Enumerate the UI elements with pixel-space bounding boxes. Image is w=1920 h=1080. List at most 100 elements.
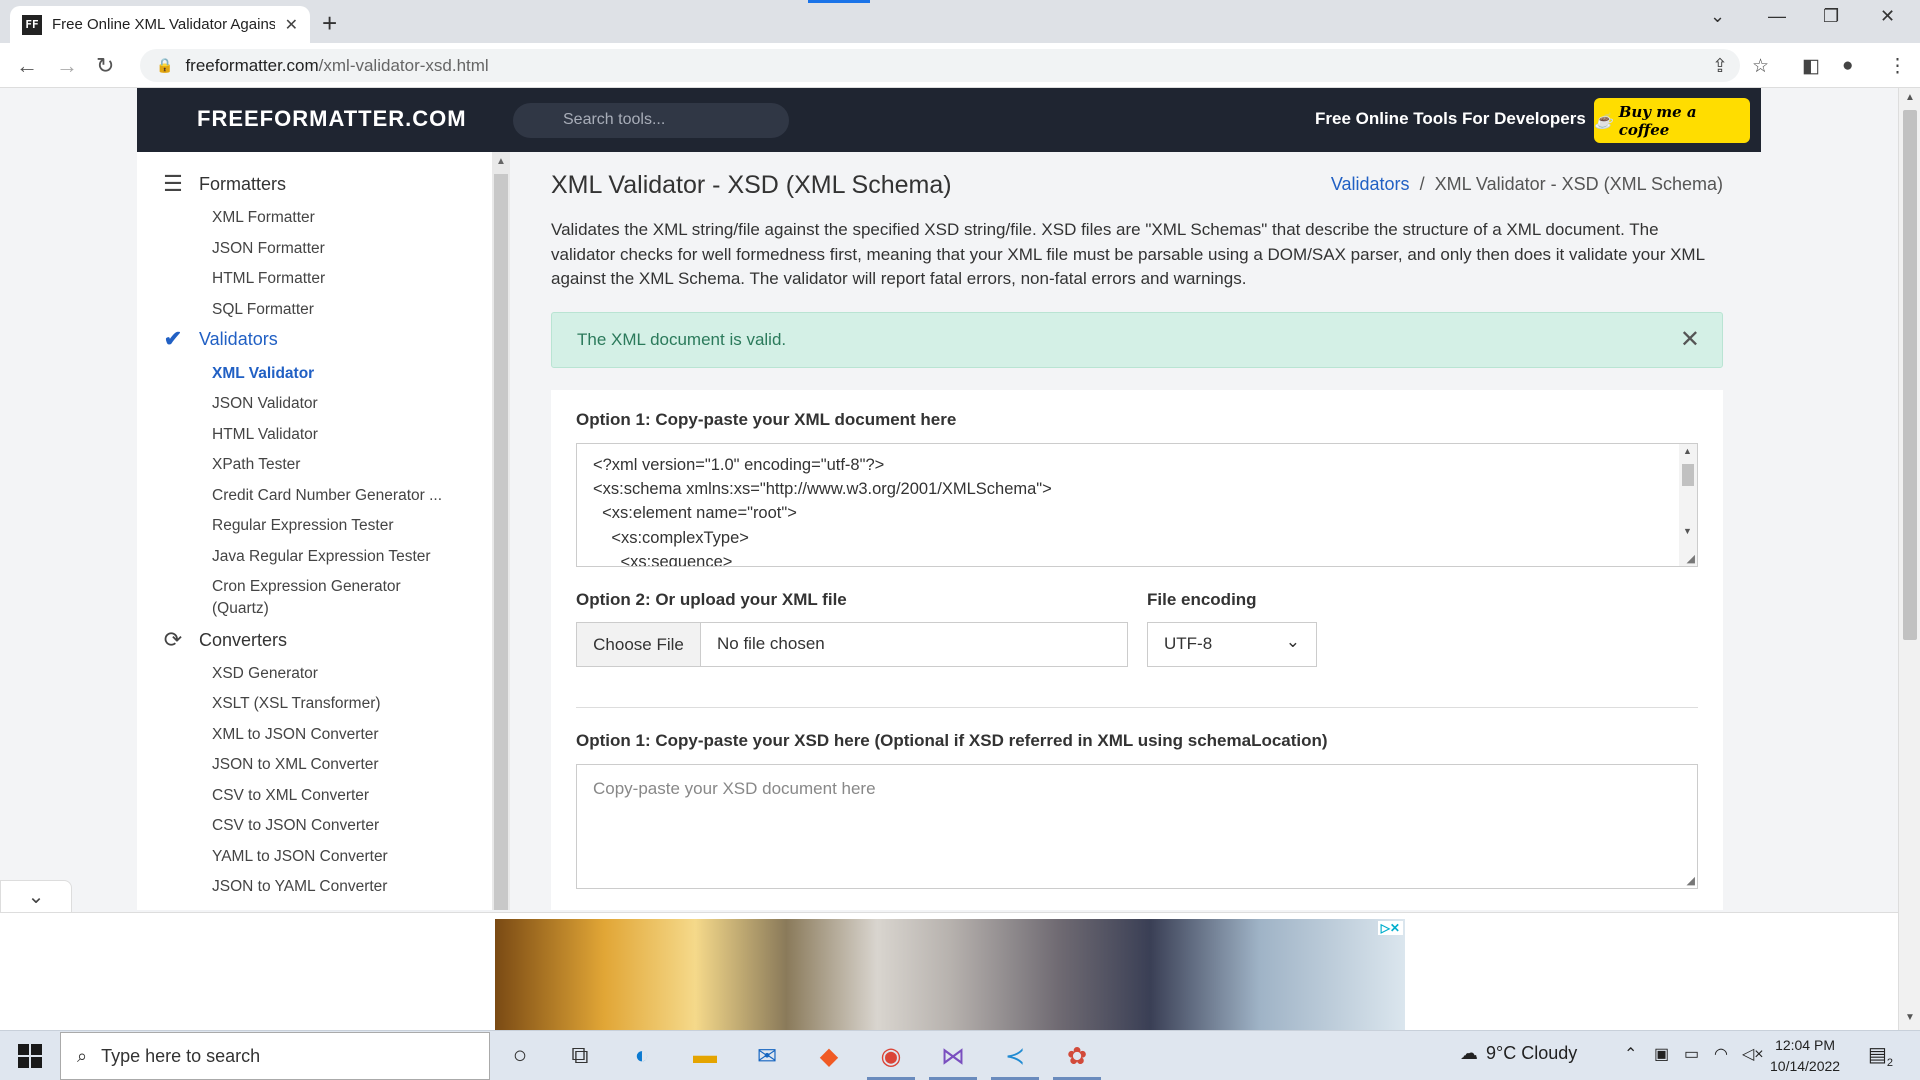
coffee-cup-icon: ☕ [1594,111,1613,130]
chrome-browser-icon[interactable]: ◉ [874,1039,908,1073]
restore-button[interactable]: ❐ [1823,6,1839,27]
edge-browser-icon[interactable]: ◐ [625,1039,659,1073]
bookmark-star-icon[interactable]: ☆ [1752,55,1769,78]
sidebar-item-csv-to-json[interactable]: CSV to JSON Converter [212,815,472,837]
sidebar-scroll-thumb[interactable] [494,174,508,910]
site-logo[interactable]: FREEFORMATTER.COM [197,106,467,132]
sidebar-item-xsd-generator[interactable]: XSD Generator [212,663,472,685]
back-button[interactable]: ← [16,53,38,79]
validation-success-alert: The XML document is valid. ✕ [551,312,1723,368]
sidebar-section-validators[interactable]: ✔ Validators [161,326,278,351]
sidebar-section-formatters[interactable]: ☰ Formatters [161,171,286,196]
sidebar: ☰ Formatters XML Formatter JSON Formatte… [137,152,492,910]
scroll-up-arrow-icon[interactable]: ▲ [496,156,506,167]
sidebar-scrollbar[interactable]: ▲ [492,152,510,910]
notification-center-icon[interactable]: ▤2 [1868,1042,1893,1069]
brave-browser-icon[interactable]: ◆ [812,1039,846,1073]
xml-textarea[interactable]: <?xml version="1.0" encoding="utf-8"?> <… [576,443,1698,567]
sidebar-item-xml-validator[interactable]: XML Validator [212,363,472,385]
site-header: FREEFORMATTER.COM Search tools... Free O… [137,88,1761,152]
browser-tab[interactable]: FF Free Online XML Validator Against ✕ [10,6,310,43]
sidebar-item-json-to-yaml[interactable]: JSON to YAML Converter [212,876,472,898]
scroll-down-arrow-icon[interactable]: ▼ [1905,1012,1915,1023]
battery-icon[interactable]: ▭ [1684,1044,1699,1064]
resize-handle-icon[interactable]: ◢ [1687,874,1695,887]
collapse-ad-button[interactable]: ⌄ [0,880,72,912]
weather-widget[interactable]: ☁ 9°C Cloudy [1460,1043,1577,1064]
buy-me-a-coffee-button[interactable]: ☕ Buy me a coffee [1594,98,1750,143]
share-icon[interactable]: ⇪ [1712,55,1728,78]
xml-textarea-scrollbar[interactable]: ▲ ▼ [1679,444,1697,566]
taskbar-search-box[interactable]: ⌕ Type here to search [60,1032,490,1080]
scroll-down-arrow-icon[interactable]: ▼ [1683,526,1692,536]
xml-input-label: Option 1: Copy-paste your XML document h… [576,410,957,429]
sidebar-item-credit-card-generator[interactable]: Credit Card Number Generator ... [212,485,472,507]
file-upload-input[interactable]: Choose File No file chosen [576,622,1128,667]
close-tab-icon[interactable]: ✕ [285,15,298,35]
sidebar-item-csv-to-xml[interactable]: CSV to XML Converter [212,785,472,807]
xml-scroll-thumb[interactable] [1682,464,1694,486]
mail-icon[interactable]: ✉ [750,1039,784,1073]
xml-line: <xs:complexType> [593,529,749,547]
show-hidden-icons-chevron-icon[interactable]: ⌃ [1624,1044,1637,1064]
search-tools-input[interactable]: Search tools... [513,103,789,138]
sidebar-item-sql-formatter[interactable]: SQL Formatter [212,299,472,321]
sidebar-item-json-to-xml[interactable]: JSON to XML Converter [212,754,472,776]
reload-button[interactable]: ↻ [96,53,114,79]
file-explorer-icon[interactable]: ▬ [688,1039,722,1073]
alert-message: The XML document is valid. [577,330,787,349]
sidebar-item-json-formatter[interactable]: JSON Formatter [212,238,472,260]
volume-muted-icon[interactable]: ◁× [1742,1044,1764,1064]
search-icon: ⌕ [77,1045,88,1066]
adchoices-icon[interactable]: ▷✕ [1377,921,1403,935]
sidebar-section-converters[interactable]: ⟳ Converters [161,627,287,652]
minimize-button[interactable]: — [1768,6,1786,27]
task-view-icon[interactable]: ⧉ [563,1039,597,1073]
sidebar-item-java-regex-tester[interactable]: Java Regular Expression Tester [212,546,472,568]
list-indent-icon: ☰ [163,171,183,196]
windows-start-icon[interactable] [18,1044,42,1068]
vscode-icon[interactable]: ≺ [998,1039,1032,1073]
resize-handle-icon[interactable]: ◢ [1687,552,1695,565]
page-scrollbar[interactable]: ▲ ▼ [1898,88,1920,1030]
url-text: freeformatter.com/xml-validator-xsd.html [185,55,489,75]
profile-avatar-icon[interactable]: ● [1842,55,1853,77]
cortana-icon[interactable]: ○ [503,1039,537,1073]
choose-file-button[interactable]: Choose File [577,623,701,666]
wifi-icon[interactable]: ◠ [1714,1044,1728,1064]
close-window-button[interactable]: ✕ [1880,6,1895,27]
double-check-icon: ✔ [163,326,183,351]
page-scroll-thumb[interactable] [1903,110,1917,640]
scroll-up-arrow-icon[interactable]: ▲ [1683,446,1692,456]
sidebar-item-html-validator[interactable]: HTML Validator [212,424,472,446]
app-icon[interactable]: ✿ [1060,1039,1094,1073]
close-alert-icon[interactable]: ✕ [1680,325,1700,354]
site-favicon-icon: FF [22,14,42,35]
tab-search-chevron-icon[interactable]: ⌄ [1710,6,1725,27]
scroll-up-arrow-icon[interactable]: ▲ [1905,92,1915,103]
system-clock[interactable]: 12:04 PM 10/14/2022 [1770,1035,1840,1077]
sidebar-item-cron-generator[interactable]: Cron Expression Generator (Quartz) [212,576,432,620]
sidebar-item-yaml-to-json[interactable]: YAML to JSON Converter [212,846,472,868]
sidebar-item-xpath-tester[interactable]: XPath Tester [212,454,472,476]
sidebar-item-html-formatter[interactable]: HTML Formatter [212,268,472,290]
visual-studio-icon[interactable]: ⋈ [936,1039,970,1073]
sidebar-item-xslt[interactable]: XSLT (XSL Transformer) [212,693,472,715]
encoding-select[interactable]: UTF-8 ⌄ [1147,622,1317,667]
xml-line: <xs:schema xmlns:xs="http://www.w3.org/2… [593,480,1052,498]
tab-title: Free Online XML Validator Against [52,16,275,33]
sidebar-item-regex-tester[interactable]: Regular Expression Tester [212,515,472,537]
sidebar-item-xml-to-json[interactable]: XML to JSON Converter [212,724,472,746]
xsd-textarea[interactable]: Copy-paste your XSD document here ◢ [576,764,1698,889]
new-tab-button[interactable]: + [322,8,337,39]
address-bar[interactable]: 🔒 freeformatter.com/xml-validator-xsd.ht… [140,49,1740,82]
breadcrumb-link-validators[interactable]: Validators [1331,174,1410,195]
sidebar-item-json-validator[interactable]: JSON Validator [212,393,472,415]
sidebar-item-xml-formatter[interactable]: XML Formatter [212,207,472,229]
side-panel-icon[interactable]: ◧ [1802,55,1820,78]
forward-button[interactable]: → [56,53,78,79]
lock-icon: 🔒 [156,57,174,73]
advertisement-image[interactable]: ▷✕ [495,919,1405,1030]
menu-kebab-icon[interactable]: ⋮ [1888,55,1907,78]
meet-now-icon[interactable]: ▣ [1654,1044,1669,1064]
